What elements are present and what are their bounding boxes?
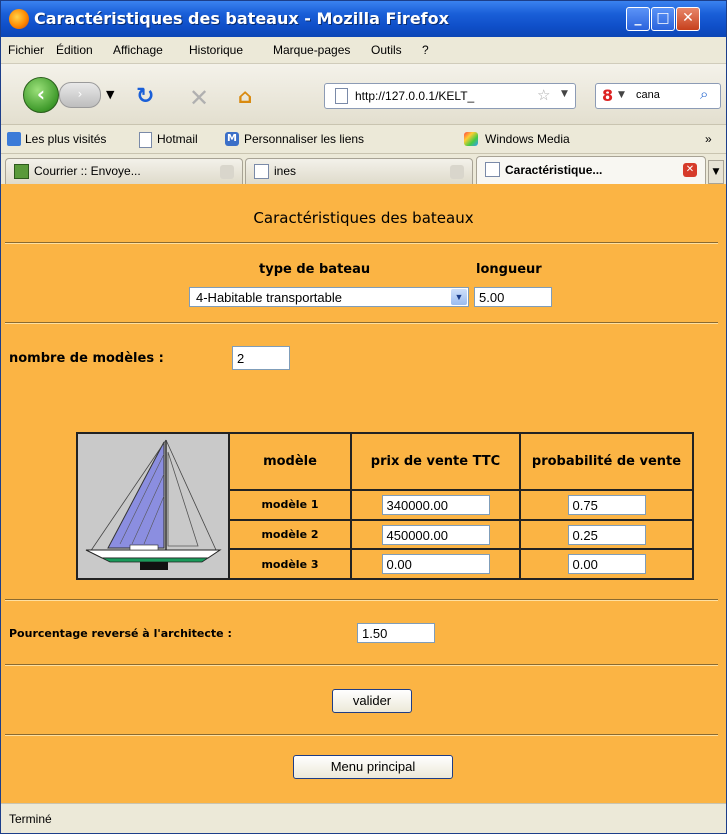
history-dropdown-icon[interactable]: ▼ <box>106 88 114 101</box>
menu-edition[interactable]: Édition <box>56 43 93 57</box>
price-input-model-3[interactable]: 0.00 <box>381 554 490 575</box>
url-dropdown-icon[interactable]: ▼ <box>561 89 568 99</box>
back-button[interactable]: ‹ <box>23 77 59 113</box>
boat-image <box>76 432 230 580</box>
divider <box>5 242 718 244</box>
divider <box>5 599 718 601</box>
divider <box>5 322 718 324</box>
bookmarks-overflow-icon[interactable]: » <box>705 132 712 146</box>
bookmark-hotmail[interactable]: Hotmail <box>157 132 198 146</box>
url-bar[interactable]: http://127.0.0.1/KELT_ ☆ ▼ <box>324 83 576 109</box>
tab-close-icon[interactable]: ✕ <box>683 163 697 177</box>
search-input[interactable]: cana <box>636 89 660 101</box>
tab-ines[interactable]: ines <box>245 158 473 184</box>
tab-ines-icon <box>254 164 269 179</box>
models-count-input[interactable]: 2 <box>232 346 290 370</box>
menu-historique[interactable]: Historique <box>189 43 243 57</box>
tab-caracteristiques[interactable]: Caractéristique... ✕ <box>476 156 706 185</box>
sailboat-illustration <box>85 439 222 570</box>
tab-list-dropdown-icon[interactable]: ▼ <box>708 160 724 184</box>
browser-window: Caractéristiques des bateaux - Mozilla F… <box>0 0 727 834</box>
status-bar: Terminé <box>1 803 726 833</box>
minimize-button[interactable]: _ <box>626 7 650 31</box>
probability-input-model-3[interactable]: 0.00 <box>567 554 646 575</box>
page-title: Caractéristiques des bateaux <box>253 209 474 227</box>
row-label-model-2: modèle 2 <box>228 518 352 551</box>
search-engine-icon[interactable]: 8 <box>602 86 613 105</box>
architect-percentage-label: Pourcentage reversé à l'architecte : <box>9 627 232 640</box>
windows-media-icon <box>464 132 478 146</box>
navigation-bar: ‹ › ▼ ↻ ✕ ⌂ http://127.0.0.1/KELT_ ☆ ▼ 8… <box>1 64 726 125</box>
boat-type-label: type de bateau <box>259 262 371 277</box>
models-table: modèle prix de vente TTC probabilité de … <box>76 431 694 580</box>
bookmark-windows-media[interactable]: Windows Media <box>485 132 570 146</box>
menu-affichage[interactable]: Affichage <box>113 43 163 57</box>
bookmark-most-visited[interactable]: Les plus visités <box>25 132 106 146</box>
tab-courrier[interactable]: Courrier :: Envoye... <box>5 158 243 184</box>
length-input[interactable]: 5.00 <box>474 287 552 307</box>
bookmarks-bar: Les plus visités Hotmail M Personnaliser… <box>1 125 726 154</box>
divider <box>5 734 718 736</box>
menu-outils[interactable]: Outils <box>371 43 402 57</box>
page-icon <box>335 88 348 104</box>
close-window-button[interactable]: ✕ <box>676 7 700 31</box>
menu-bar: Fichier Édition Affichage Historique Mar… <box>1 37 726 64</box>
home-icon[interactable]: ⌂ <box>238 84 252 108</box>
tab-caracteristiques-label: Caractéristique... <box>505 163 603 177</box>
boat-type-select[interactable]: 4-Habitable transportable ▼ <box>189 287 469 307</box>
hotmail-icon <box>139 132 152 148</box>
price-input-model-1[interactable]: 340000.00 <box>381 495 490 516</box>
tab-ines-label: ines <box>274 164 297 178</box>
bookmark-customize-links[interactable]: Personnaliser les liens <box>244 132 364 146</box>
maximize-button[interactable]: □ <box>651 7 675 31</box>
firefox-icon <box>9 9 29 29</box>
page-content: Caractéristiques des bateaux type de bat… <box>1 184 726 803</box>
boat-type-value: 4-Habitable transportable <box>196 290 342 305</box>
price-input-model-2[interactable]: 450000.00 <box>381 524 490 545</box>
stop-icon[interactable]: ✕ <box>189 84 209 112</box>
search-box[interactable]: 8 ▼ cana ⌕ <box>595 83 721 109</box>
tab-bar: Courrier :: Envoye... ines Caractéristiq… <box>1 154 726 185</box>
forward-button[interactable]: › <box>59 82 101 108</box>
search-icon[interactable]: ⌕ <box>700 85 708 103</box>
col-header-model: modèle <box>228 431 352 492</box>
most-visited-icon <box>7 132 21 146</box>
menu-help[interactable]: ? <box>422 43 429 57</box>
status-text: Terminé <box>9 812 52 826</box>
probability-input-model-2[interactable]: 0.25 <box>567 524 646 545</box>
row-label-model-3: modèle 3 <box>228 548 352 580</box>
url-text: http://127.0.0.1/KELT_ <box>355 89 475 103</box>
tab-caracteristiques-icon <box>485 162 500 177</box>
tab-courrier-close-icon[interactable] <box>220 165 234 179</box>
title-bar: Caractéristiques des bateaux - Mozilla F… <box>1 1 726 37</box>
search-engine-dropdown-icon[interactable]: ▼ <box>618 90 625 100</box>
models-count-label: nombre de modèles : <box>9 351 164 366</box>
validate-button[interactable]: valider <box>332 689 412 713</box>
menu-fichier[interactable]: Fichier <box>8 43 44 57</box>
row-label-model-1: modèle 1 <box>228 489 352 521</box>
col-header-probability: probabilité de vente <box>519 431 694 492</box>
bookmark-star-icon[interactable]: ☆ <box>537 86 550 104</box>
menu-marque-pages[interactable]: Marque-pages <box>273 43 350 57</box>
probability-input-model-1[interactable]: 0.75 <box>567 495 646 516</box>
architect-percentage-input[interactable]: 1.50 <box>357 623 435 643</box>
customize-links-icon: M <box>225 132 239 146</box>
length-label: longueur <box>476 262 542 277</box>
tab-ines-close-icon[interactable] <box>450 165 464 179</box>
col-header-price: prix de vente TTC <box>350 431 521 492</box>
main-menu-button[interactable]: Menu principal <box>293 755 453 779</box>
tab-courrier-label: Courrier :: Envoye... <box>34 164 141 178</box>
window-title: Caractéristiques des bateaux - Mozilla F… <box>34 9 449 28</box>
chevron-down-icon[interactable]: ▼ <box>451 289 467 305</box>
reload-icon[interactable]: ↻ <box>136 84 154 109</box>
divider <box>5 664 718 666</box>
tab-courrier-icon <box>14 164 29 179</box>
